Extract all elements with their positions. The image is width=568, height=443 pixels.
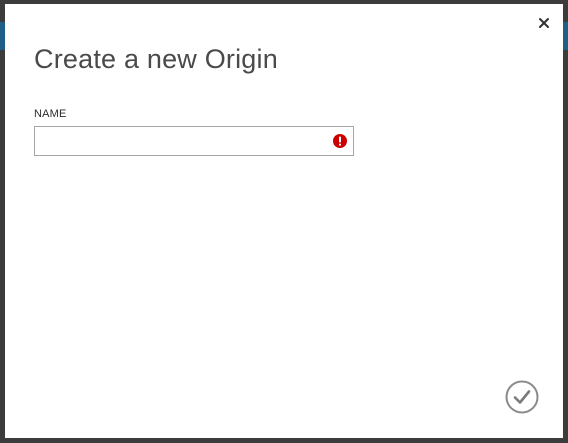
name-input[interactable] xyxy=(35,127,325,155)
error-exclamation-icon xyxy=(333,134,347,148)
close-button[interactable] xyxy=(536,15,552,31)
close-icon xyxy=(539,18,549,28)
dialog-title: Create a new Origin xyxy=(34,44,278,74)
confirm-button[interactable] xyxy=(505,380,539,414)
name-field-label: NAME xyxy=(34,108,67,120)
create-origin-dialog: Create a new Origin NAME xyxy=(5,4,563,438)
name-field-container xyxy=(34,126,354,156)
checkmark-circle-icon xyxy=(505,380,539,414)
